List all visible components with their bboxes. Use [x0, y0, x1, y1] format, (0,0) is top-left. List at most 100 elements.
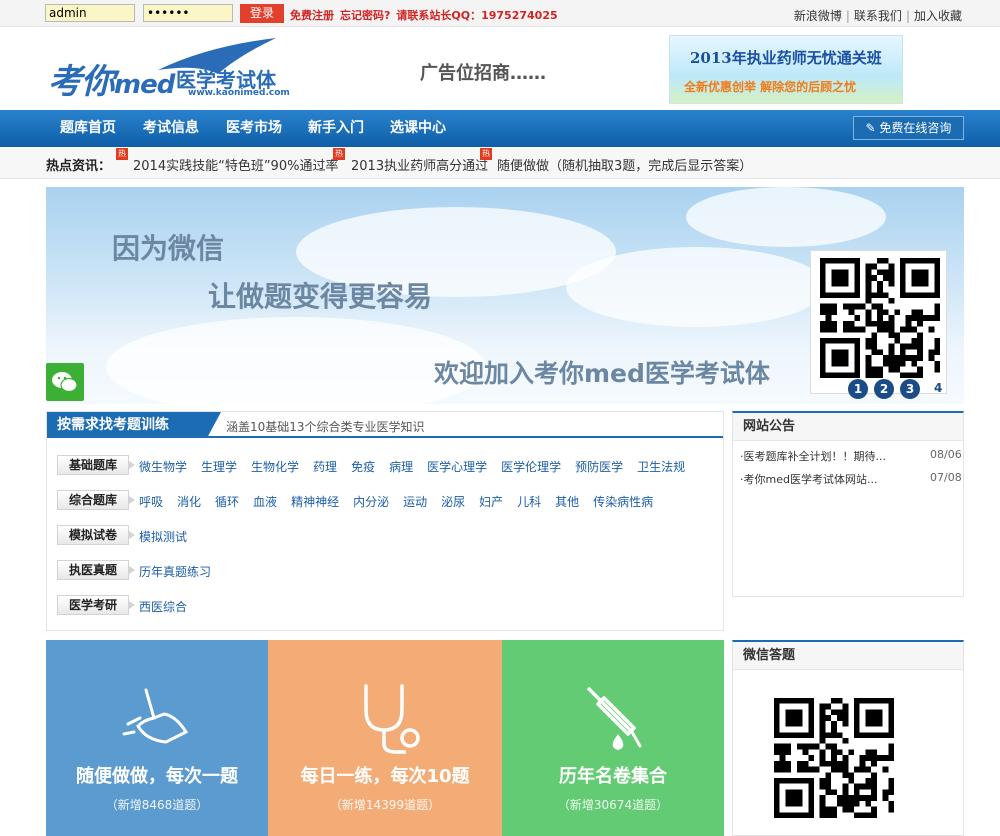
- category-link[interactable]: 呼吸: [139, 495, 163, 509]
- banner-line-3: 欢迎加入考你med医学考试体: [434, 359, 770, 388]
- category-link[interactable]: 医学伦理学: [501, 460, 561, 474]
- category-link[interactable]: 精神神经: [291, 495, 339, 509]
- nav-item-exam-info[interactable]: 考试信息: [143, 110, 199, 147]
- hot-news-label: 热点资讯：: [46, 159, 112, 174]
- category-link[interactable]: 医学心理学: [427, 460, 487, 474]
- tile-random-practice[interactable]: 随便做做，每次一题 （新增8468道题）: [46, 640, 268, 836]
- category-label-mock: 模拟试卷: [57, 525, 135, 545]
- logo-mark: 考你med: [48, 62, 175, 102]
- category-link[interactable]: 西医综合: [139, 600, 187, 614]
- hand-pointer-icon: [122, 688, 189, 744]
- category-link[interactable]: 泌尿: [441, 495, 465, 509]
- category-link[interactable]: 消化: [177, 495, 201, 509]
- category-link[interactable]: 药理: [313, 460, 337, 474]
- category-link[interactable]: 儿科: [517, 495, 541, 509]
- category-items-clinical: 呼吸 消化 循环 血液 精神神经 内分泌 运动 泌尿 妇产 儿科 其他 传染病性病: [139, 493, 667, 510]
- notice-panel-title: 网站公告: [733, 413, 963, 441]
- ad-banner[interactable]: 2013年执业药师无忧通关班 全新优惠创举 解除您的后顾之忧: [669, 35, 903, 104]
- carousel-dot-3[interactable]: 3: [900, 379, 920, 399]
- tile-past-papers[interactable]: 历年名卷集合 （新增30674道题）: [502, 640, 724, 836]
- carousel-dot-4[interactable]: 4: [934, 381, 942, 395]
- syringe-icon: [586, 686, 642, 750]
- nav-item-home[interactable]: 题库首页: [60, 110, 116, 147]
- panel-subtitle: 涵盖10基础13个综合类专业医学知识: [226, 420, 425, 434]
- exam-category-panel: 按需求找考题训练 涵盖10基础13个综合类专业医学知识 基础题库 微生物学 生理学…: [46, 411, 724, 631]
- category-label-real: 执医真题: [57, 560, 135, 580]
- hot-news-item[interactable]: 随便做做（随机抽取3题，完成后显示答案）: [497, 155, 752, 174]
- notice-item[interactable]: ·医考题库补全计划！！期待...: [740, 448, 886, 464]
- cloud-shape: [686, 187, 886, 247]
- notice-item[interactable]: ·考你med医学考试体网站...: [740, 471, 877, 487]
- forgot-password-link[interactable]: 忘记密码?: [340, 9, 390, 22]
- edit-icon: ✎: [865, 121, 880, 135]
- hot-news-item[interactable]: 2013执业药师高分通过: [351, 155, 488, 174]
- carousel-dot-1[interactable]: 1: [848, 379, 868, 399]
- category-label-postgrad: 医学考研: [57, 595, 135, 615]
- category-link[interactable]: 生物化学: [251, 460, 299, 474]
- contact-us-link[interactable]: 联系我们: [854, 9, 902, 23]
- category-link[interactable]: 传染病性病: [593, 495, 653, 509]
- ad-banner-title: 2013年执业药师无忧通关班: [690, 49, 882, 67]
- top-right-links: 新浪微博 | 联系我们 | 加入收藏: [794, 7, 962, 24]
- ad-banner-subtitle: 全新优惠创举 解除您的后顾之忧: [684, 80, 857, 94]
- panel-tab[interactable]: 按需求找考题训练: [47, 412, 221, 438]
- stethoscope-icon: [364, 684, 420, 754]
- cloud-shape: [566, 247, 826, 327]
- hot-badge: 热: [333, 148, 345, 160]
- weibo-link[interactable]: 新浪微博: [794, 9, 842, 23]
- logo-url: www.kaonimed.com: [188, 88, 290, 98]
- hot-news-item[interactable]: 2014实践技能“特色班”90%通过率: [133, 155, 338, 174]
- bookmark-link[interactable]: 加入收藏: [914, 9, 962, 23]
- category-link[interactable]: 免疫: [351, 460, 375, 474]
- tile-daily-practice[interactable]: 每日一练，每次10题 （新增14399道题）: [268, 640, 502, 836]
- nav-item-market[interactable]: 医考市场: [226, 110, 282, 147]
- main-nav: 题库首页 考试信息 医考市场 新手入门 选课中心: [0, 110, 1000, 147]
- qr-code-icon: [820, 258, 940, 378]
- category-link[interactable]: 微生物学: [139, 460, 187, 474]
- username-input[interactable]: [45, 4, 135, 22]
- contact-admin-text: 请联系站长QQ：1975274025: [396, 9, 558, 22]
- category-link[interactable]: 其他: [555, 495, 579, 509]
- tile-title: 随便做做，每次一题: [76, 766, 238, 787]
- tile-subtitle: （新增30674道题）: [557, 798, 669, 812]
- nav-item-beginner[interactable]: 新手入门: [308, 110, 364, 147]
- category-items-basic: 微生物学 生理学 生物化学 药理 免疫 病理 医学心理学 医学伦理学 预防医学 卫生法规: [139, 458, 699, 475]
- category-items-real: 历年真题练习: [139, 563, 225, 580]
- category-link[interactable]: 内分泌: [353, 495, 389, 509]
- hot-badge: 热: [480, 148, 492, 160]
- banner-line-2: 让做题变得更容易: [208, 280, 433, 313]
- category-link[interactable]: 历年真题练习: [139, 565, 211, 579]
- category-link[interactable]: 预防医学: [575, 460, 623, 474]
- category-label-clinical: 综合题库: [57, 490, 135, 510]
- nav-item-courses[interactable]: 选课中心: [390, 110, 446, 147]
- category-items-postgrad: 西医综合: [139, 598, 201, 615]
- category-link[interactable]: 妇产: [479, 495, 503, 509]
- category-link[interactable]: 血液: [253, 495, 277, 509]
- login-button[interactable]: 登录: [240, 4, 284, 23]
- qr-code-icon: [774, 698, 894, 818]
- top-links: 免费注册 忘记密码? 请联系站长QQ：1975274025: [290, 7, 564, 23]
- category-link[interactable]: 卫生法规: [637, 460, 685, 474]
- carousel-dot-2[interactable]: 2: [874, 379, 894, 399]
- password-input[interactable]: [143, 4, 233, 22]
- tile-title: 每日一练，每次10题: [300, 766, 470, 787]
- wechat-panel-title: 微信答题: [733, 642, 963, 670]
- banner-line-1: 因为微信: [112, 232, 225, 265]
- consult-button[interactable]: ✎ 免费在线咨询: [853, 116, 964, 140]
- hot-badge: 热: [116, 148, 128, 160]
- wechat-icon[interactable]: [46, 363, 84, 401]
- category-label-basic: 基础题库: [57, 455, 135, 475]
- site-logo[interactable]: 考你med 医学考试体 www.kaonimed.com: [48, 36, 308, 102]
- category-link[interactable]: 生理学: [201, 460, 237, 474]
- category-items-mock: 模拟测试: [139, 528, 201, 545]
- category-link[interactable]: 循环: [215, 495, 239, 509]
- category-link[interactable]: 运动: [403, 495, 427, 509]
- category-link[interactable]: 病理: [389, 460, 413, 474]
- top-bar: 登录 免费注册忘记密码? 请联系站长QQ：1975274025 新浪微博|联系我们…: [0, 0, 1000, 27]
- category-link[interactable]: 模拟测试: [139, 530, 187, 544]
- register-link[interactable]: 免费注册: [290, 9, 334, 22]
- ad-placeholder-text: 广告位招商……: [420, 63, 546, 84]
- hot-news-bar: 热点资讯： 热 2014实践技能“特色班”90%通过率 热 2013执业药师高分…: [0, 147, 1000, 179]
- tile-title: 历年名卷集合: [559, 766, 667, 787]
- tile-subtitle: （新增8468道题）: [105, 798, 209, 812]
